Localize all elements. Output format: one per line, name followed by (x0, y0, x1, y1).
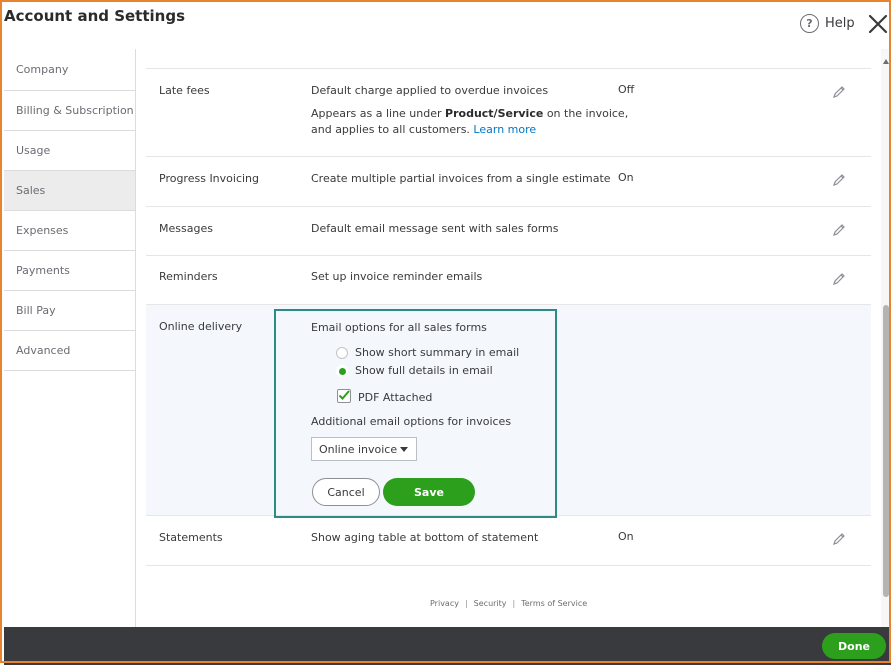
sidebar-item-label: Billing & Subscription (16, 104, 134, 117)
done-button[interactable]: Done (822, 633, 886, 659)
sidebar-item-label: Advanced (16, 344, 71, 357)
setting-row-messages[interactable]: Messages Default email message sent with… (146, 207, 871, 256)
chevron-down-icon (400, 447, 408, 452)
setting-description: Create multiple partial invoices from a … (311, 172, 611, 185)
radio-full-details-label[interactable]: Show full details in email (355, 364, 493, 377)
sidebar-item-usage[interactable]: Usage (4, 131, 135, 171)
setting-note: Appears as a line under Product/Service … (311, 107, 629, 136)
pdf-attached-checkbox[interactable] (337, 389, 351, 403)
sidebar-item-payments[interactable]: Payments (4, 251, 135, 291)
settings-sidebar: Company Billing & Subscription Usage Sal… (4, 49, 136, 627)
setting-description: Set up invoice reminder emails (311, 270, 483, 283)
invoice-option-value: Online invoice (319, 442, 398, 456)
setting-label: Progress Invoicing (159, 172, 260, 185)
setting-row-progress-invoicing[interactable]: Progress Invoicing Create multiple parti… (146, 157, 871, 207)
additional-options-heading: Additional email options for invoices (311, 415, 512, 428)
radio-short-summary-label[interactable]: Show short summary in email (355, 346, 519, 359)
page-title: Account and Settings (4, 7, 186, 25)
setting-value: On (618, 530, 634, 543)
sidebar-item-label: Expenses (16, 224, 69, 237)
edit-pencil-icon[interactable] (831, 84, 847, 100)
setting-description: Default charge applied to overdue invoic… (311, 84, 549, 97)
pdf-attached-label[interactable]: PDF Attached (358, 391, 432, 404)
privacy-link[interactable]: Privacy (430, 599, 459, 608)
sidebar-item-label: Company (16, 63, 69, 76)
email-options-heading: Email options for all sales forms (311, 321, 487, 334)
sales-settings-content: Late fees Default charge applied to over… (146, 49, 871, 627)
sidebar-item-label: Bill Pay (16, 304, 56, 317)
settings-dialog: Account and Settings ? Help Company Bill… (2, 2, 893, 665)
sidebar-item-label: Usage (16, 144, 51, 157)
help-button[interactable]: ? Help (800, 14, 855, 33)
online-delivery-edit-panel: Email options for all sales forms Show s… (274, 309, 557, 518)
setting-label: Late fees (159, 84, 210, 97)
separator: | (512, 599, 516, 608)
sidebar-item-billing[interactable]: Billing & Subscription (4, 91, 135, 131)
setting-label: Statements (159, 531, 223, 544)
setting-label: Reminders (159, 270, 218, 283)
checkmark-icon (338, 390, 350, 400)
setting-value: On (618, 171, 634, 184)
top-divider-row (146, 49, 871, 69)
setting-row-online-delivery: Online delivery Email options for all sa… (146, 305, 871, 518)
cancel-button[interactable]: Cancel (312, 478, 380, 506)
setting-row-statements[interactable]: Statements Show aging table at bottom of… (146, 516, 871, 566)
scroll-thumb[interactable] (883, 305, 889, 597)
invoice-option-select[interactable]: Online invoice (311, 437, 417, 461)
setting-label: Messages (159, 222, 213, 235)
radio-full-details[interactable] (336, 365, 348, 377)
setting-value: Off (618, 83, 635, 96)
sidebar-item-expenses[interactable]: Expenses (4, 211, 135, 251)
radio-short-summary[interactable] (336, 347, 348, 359)
sidebar-item-label: Payments (16, 264, 70, 277)
scrollbar[interactable] (881, 49, 891, 627)
edit-pencil-icon[interactable] (831, 531, 847, 547)
bottom-action-bar: Done (4, 627, 891, 665)
separator: | (464, 599, 468, 608)
setting-description: Default email message sent with sales fo… (311, 222, 559, 235)
terms-link[interactable]: Terms of Service (521, 599, 587, 608)
sidebar-item-sales[interactable]: Sales (4, 171, 135, 211)
sidebar-item-label: Sales (16, 184, 46, 197)
setting-row-late-fees[interactable]: Late fees Default charge applied to over… (146, 69, 871, 157)
edit-pencil-icon[interactable] (831, 271, 847, 287)
help-label: Help (825, 16, 855, 31)
help-icon: ? (800, 14, 819, 33)
edit-pencil-icon[interactable] (831, 172, 847, 188)
sidebar-item-bill-pay[interactable]: Bill Pay (4, 291, 135, 331)
learn-more-link[interactable]: Learn more (473, 123, 536, 136)
setting-row-reminders[interactable]: Reminders Set up invoice reminder emails (146, 256, 871, 305)
scroll-up-arrow-icon[interactable] (883, 59, 889, 64)
footer-links: Privacy | Security | Terms of Service (430, 599, 587, 608)
setting-label: Online delivery (159, 320, 243, 333)
sidebar-item-advanced[interactable]: Advanced (4, 331, 135, 371)
close-icon[interactable] (866, 12, 890, 36)
save-button[interactable]: Save (383, 478, 475, 506)
setting-description: Show aging table at bottom of statement (311, 531, 539, 544)
sidebar-item-company[interactable]: Company (4, 49, 135, 91)
edit-pencil-icon[interactable] (831, 222, 847, 238)
security-link[interactable]: Security (474, 599, 507, 608)
